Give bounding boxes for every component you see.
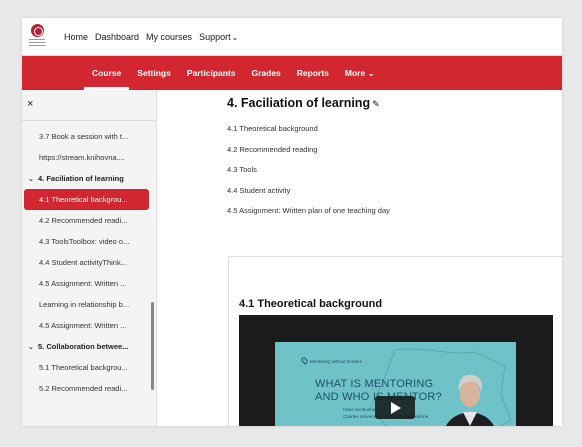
slide-title-line1: WHAT IS MENTORING: [315, 378, 434, 390]
list-item-active[interactable]: 4.1 Theoretical backgrou...: [24, 189, 149, 210]
list-item[interactable]: https://stream.knihovna....: [22, 147, 152, 168]
toc-link[interactable]: 4.2 Recommended reading: [227, 145, 390, 166]
course-index-sidebar: × 3.7 Book a session with t... https://s…: [22, 90, 157, 426]
chevron-down-icon[interactable]: ⌄: [28, 169, 38, 189]
main-content: 4. Faciliation of learning ✎ 4.1 Theoreti…: [158, 90, 562, 426]
nav-support-label: Support: [199, 32, 231, 42]
list-item[interactable]: 5.2 Recommended readi...: [22, 378, 152, 399]
divider: [22, 120, 156, 121]
page-title-text: 4. Faciliation of learning: [227, 96, 371, 110]
video-player[interactable]: Mentoring without borders WHAT IS MENTOR…: [239, 315, 553, 426]
presenter-name: Hana Svobodová: [343, 407, 378, 412]
chapter-toc: 4.1 Theoretical background 4.2 Recommend…: [227, 124, 390, 227]
tab-settings[interactable]: Settings: [129, 56, 179, 90]
tab-grades[interactable]: Grades: [243, 56, 288, 90]
chevron-down-icon: ⌄: [231, 33, 239, 42]
nav-my-courses[interactable]: My courses: [146, 32, 192, 42]
list-item[interactable]: 4.5 Assignment: Written ...: [22, 273, 152, 294]
sidebar-scrollbar[interactable]: [151, 302, 154, 390]
tab-more[interactable]: More ⌄: [337, 56, 383, 90]
pencil-icon[interactable]: ✎: [372, 99, 380, 109]
list-item[interactable]: Learning in relationship b...: [22, 294, 152, 315]
list-item[interactable]: 4.3 ToolsToolbox: video o...: [22, 231, 152, 252]
section-heading[interactable]: ⌄ 5. Collaboration betwee...: [22, 336, 152, 357]
list-item[interactable]: 4.4 Student activityThink...: [22, 252, 152, 273]
section-heading-label: 4. Faciliation of learning: [38, 174, 124, 183]
course-index-list: 3.7 Book a session with t... https://str…: [22, 126, 156, 399]
tab-participants[interactable]: Participants: [179, 56, 244, 90]
seal-icon: [30, 24, 44, 37]
toc-link[interactable]: 4.5 Assignment: Written plan of one teac…: [227, 206, 390, 227]
nav-dashboard[interactable]: Dashboard: [95, 32, 139, 42]
list-item[interactable]: 3.7 Book a session with t...: [22, 126, 152, 147]
section-heading-label: 5. Collaboration betwee...: [38, 342, 129, 351]
primary-links: Home Dashboard My courses Support⌄: [64, 32, 245, 42]
course-navigation: Course Settings Participants Grades Repo…: [22, 56, 562, 90]
nav-support[interactable]: Support⌄: [199, 32, 238, 42]
chevron-down-icon: ⌄: [367, 68, 375, 78]
play-icon[interactable]: [375, 396, 415, 419]
section-heading[interactable]: ⌄ 4. Faciliation of learning: [22, 168, 152, 189]
tab-reports[interactable]: Reports: [289, 56, 337, 90]
slide-caption: Mentoring without borders: [310, 359, 363, 364]
close-icon[interactable]: ×: [27, 98, 33, 110]
presenter-figure: [446, 374, 494, 426]
tab-course[interactable]: Course: [84, 56, 130, 90]
nav-home[interactable]: Home: [64, 32, 88, 42]
list-item[interactable]: 4.5 Assignment: Written ...: [22, 315, 152, 336]
list-item[interactable]: 4.2 Recommended readi...: [22, 210, 152, 231]
list-item[interactable]: 5.1 Theoretical backgrou...: [22, 357, 152, 378]
toc-link[interactable]: 4.4 Student activity: [227, 186, 390, 207]
top-navigation: Home Dashboard My courses Support⌄: [22, 18, 562, 56]
tab-more-label: More: [344, 68, 366, 78]
video-thumbnail: Mentoring without borders WHAT IS MENTOR…: [275, 342, 516, 426]
toc-link[interactable]: 4.1 Theoretical background: [227, 124, 390, 145]
browser-frame: Home Dashboard My courses Support⌄ Cours…: [22, 18, 562, 426]
section-title: 4.1 Theoretical background: [239, 298, 383, 310]
chevron-down-icon[interactable]: ⌄: [28, 337, 38, 357]
university-logo[interactable]: [28, 24, 46, 50]
section-card: 4.1 Theoretical background Mentoring wit…: [228, 256, 562, 426]
toc-link[interactable]: 4.3 Tools: [227, 165, 390, 186]
page-title: 4. Faciliation of learning ✎: [227, 96, 380, 110]
